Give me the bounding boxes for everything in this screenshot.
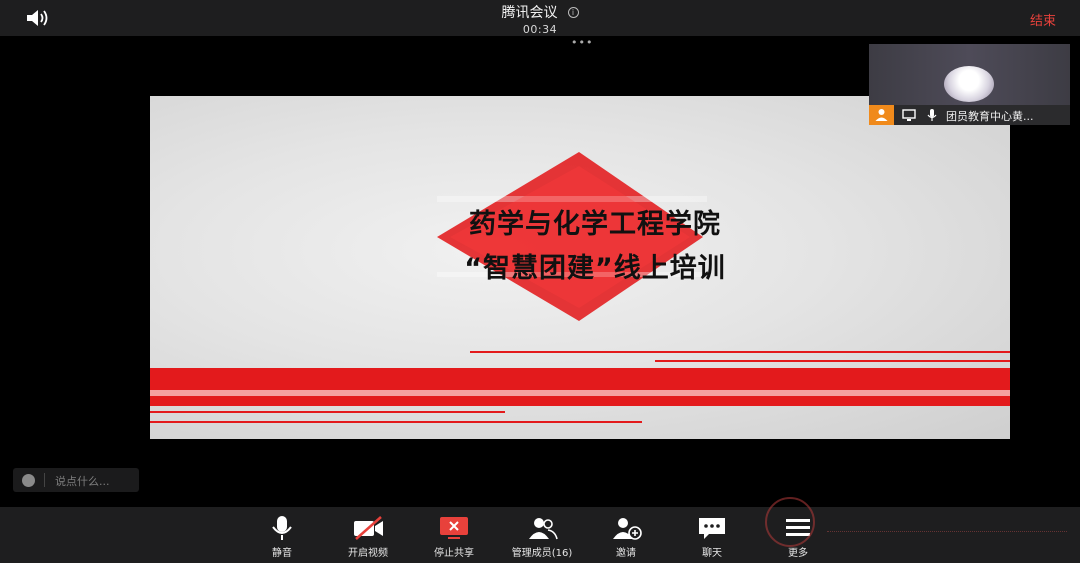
chat-input-divider	[44, 473, 45, 487]
watermark-logo	[763, 495, 1073, 551]
shared-screen-slide: 药学与化学工程学院 “智慧团建”线上培训	[150, 96, 1010, 439]
meeting-title: 腾讯会议	[501, 5, 558, 21]
manage-members-button[interactable]: 管理成员(16)	[502, 507, 582, 563]
microphone-icon	[272, 516, 292, 540]
mute-button[interactable]: 静音	[242, 507, 322, 563]
participant-name: 团员教育中心黄...	[946, 110, 1034, 123]
watermark-underline	[827, 531, 1067, 535]
microphone-icon	[927, 109, 937, 121]
chat-button[interactable]: 聊天	[672, 507, 752, 563]
stop-share-button[interactable]: 停止共享	[414, 507, 494, 563]
slide-title-line1: 药学与化学工程学院	[469, 209, 721, 240]
more-dots-icon[interactable]: •••	[571, 37, 593, 48]
chat-icon	[699, 518, 725, 539]
top-bar: 腾讯会议 i 00:34 结束	[0, 0, 1080, 36]
invite-icon	[613, 518, 642, 540]
meeting-title-area: 腾讯会议 i 00:34	[0, 2, 1080, 36]
members-icon	[529, 518, 558, 540]
video-off-icon	[354, 516, 383, 540]
watermark-seal-icon	[765, 497, 815, 547]
invite-label: 邀请	[616, 548, 636, 559]
start-video-label: 开启视频	[348, 548, 388, 559]
meeting-timer: 00:34	[522, 23, 558, 36]
emoji-icon[interactable]	[22, 474, 35, 487]
stop-share-icon	[440, 517, 468, 539]
participant-info-bar: 团员教育中心黄...	[869, 105, 1070, 125]
manage-members-label: 管理成员(16)	[511, 548, 573, 559]
person-icon	[875, 109, 888, 121]
participant-video	[869, 44, 1070, 105]
avatar	[944, 66, 994, 102]
chat-input-placeholder: 说点什么...	[55, 475, 110, 488]
invite-button[interactable]: 邀请	[586, 507, 666, 563]
start-video-button[interactable]: 开启视频	[328, 507, 408, 563]
screen-share-icon	[902, 109, 916, 121]
end-meeting-button[interactable]: 结束	[1030, 10, 1056, 29]
slide-title-line2: “智慧团建”线上培训	[464, 253, 726, 284]
mute-label: 静音	[272, 548, 292, 559]
info-icon[interactable]: i	[567, 7, 579, 18]
chat-input[interactable]: 说点什么...	[13, 468, 139, 492]
participant-video-tile[interactable]: 团员教育中心黄...	[869, 44, 1070, 125]
stop-share-label: 停止共享	[434, 548, 474, 559]
host-badge	[869, 105, 894, 125]
chat-label: 聊天	[702, 548, 722, 559]
